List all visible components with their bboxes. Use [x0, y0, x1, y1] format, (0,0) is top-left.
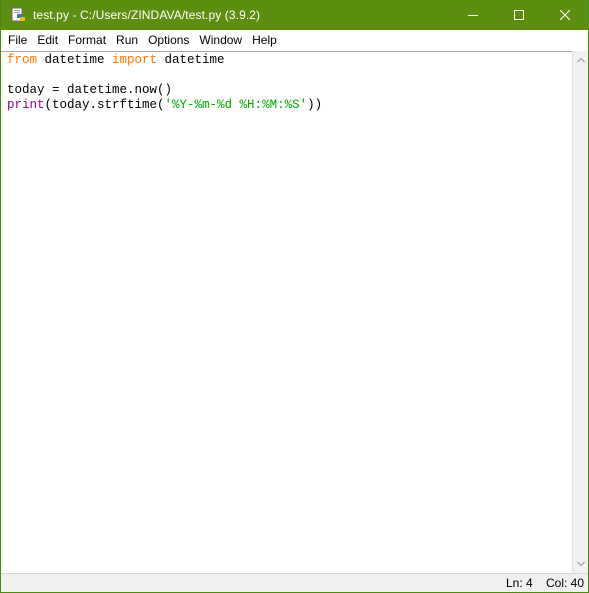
menu-window[interactable]: Window	[194, 30, 247, 50]
scroll-down-button[interactable]	[573, 556, 589, 572]
code-editor[interactable]: from datetime import datetime today = da…	[1, 51, 572, 573]
builtin-print: print	[7, 98, 45, 112]
minimize-button[interactable]	[450, 0, 496, 30]
column-number-status: Col: 40	[546, 576, 585, 590]
close-button[interactable]	[542, 0, 588, 30]
menu-bar: File Edit Format Run Options Window Help	[1, 30, 588, 50]
menu-edit[interactable]: Edit	[32, 30, 63, 50]
code-token: (today.strftime(	[44, 98, 165, 112]
menu-help[interactable]: Help	[247, 30, 282, 50]
code-token: datetime	[37, 53, 113, 67]
code-text[interactable]: from datetime import datetime today = da…	[7, 53, 322, 113]
keyword-from: from	[7, 53, 38, 67]
chevron-down-icon	[577, 561, 585, 567]
window-controls	[450, 0, 588, 30]
code-token: ))	[307, 98, 323, 112]
close-icon	[560, 10, 570, 20]
window-title: test.py - C:/Users/ZINDAVA/test.py (3.9.…	[33, 8, 261, 22]
code-token: datetime	[157, 53, 225, 67]
menu-options[interactable]: Options	[143, 30, 194, 50]
vertical-scrollbar[interactable]	[572, 51, 588, 573]
scroll-up-button[interactable]	[573, 52, 589, 68]
menu-run[interactable]: Run	[111, 30, 143, 50]
maximize-icon	[514, 10, 524, 20]
menu-format[interactable]: Format	[63, 30, 111, 50]
code-line-4: print(today.strftime('%Y-%m-%d %H:%M:%S'…	[7, 98, 322, 113]
maximize-button[interactable]	[496, 0, 542, 30]
status-bar: Ln: 4 Col: 40	[1, 573, 588, 592]
minimize-icon	[468, 15, 478, 16]
title-bar[interactable]: test.py - C:/Users/ZINDAVA/test.py (3.9.…	[1, 0, 588, 30]
code-line-1: from datetime import datetime	[7, 53, 322, 68]
string-literal: '%Y-%m-%d %H:%M:%S'	[164, 98, 308, 112]
keyword-import: import	[112, 53, 158, 67]
code-line-3: today = datetime.now()	[7, 83, 173, 97]
line-number-status: Ln: 4	[506, 576, 533, 590]
idle-editor-window: test.py - C:/Users/ZINDAVA/test.py (3.9.…	[0, 0, 589, 593]
python-file-icon	[11, 7, 27, 23]
chevron-up-icon	[577, 57, 585, 63]
menu-file[interactable]: File	[1, 30, 32, 50]
